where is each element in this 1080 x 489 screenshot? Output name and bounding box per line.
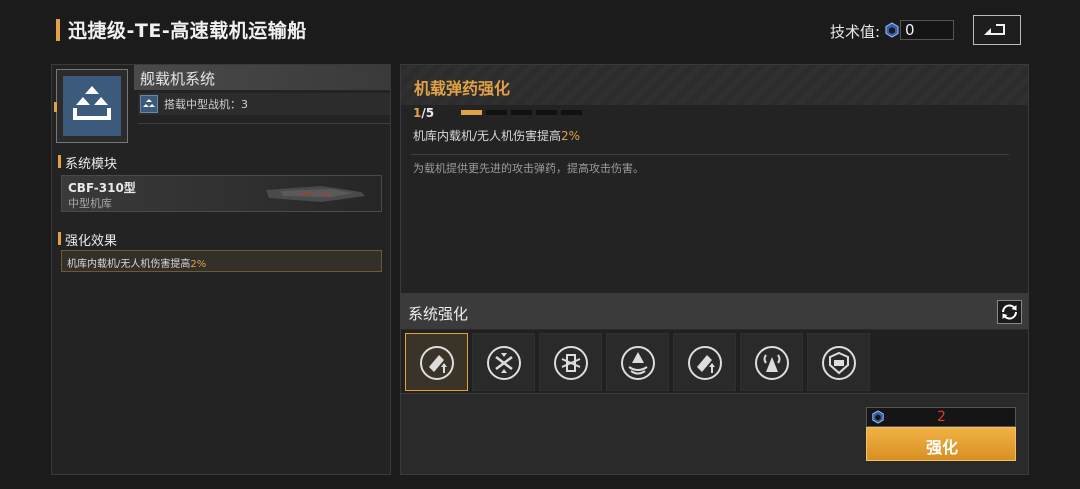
effect-section-title: 强化效果: [65, 234, 118, 249]
level-max: /5: [421, 106, 435, 120]
missile-upgrade-icon: [688, 346, 722, 380]
enhance-slot[interactable]: [539, 333, 602, 391]
system-info-panel: 舰载机系统 搭载中型战机：3 系统模块 CBF-310型 中型机库 强化效果 机…: [51, 64, 391, 475]
level-indicator: 1/5: [413, 106, 434, 120]
missile-upgrade-icon: [420, 346, 454, 380]
module-section-title: 系统模块: [65, 157, 118, 172]
title-accent-mark: [56, 19, 60, 41]
enhance-effect-text: 机库内载机/无人机伤害提高2%: [67, 255, 206, 270]
level-segment: [511, 110, 532, 115]
effect-prefix: 机库内载机/无人机伤害提高: [67, 259, 191, 270]
repair-shield-icon: [822, 346, 856, 380]
enhance-slot[interactable]: [405, 333, 468, 391]
page-title: 迅捷级-TE-高速载机运输船: [68, 20, 307, 42]
enhance-effect-row: 机库内载机/无人机伤害提高2%: [61, 250, 382, 272]
system-name-bar: 舰载机系统: [134, 65, 391, 90]
tech-value-box: 0: [900, 20, 954, 40]
detail-description: 为载机提供更先进的攻击弹药，提高攻击伤害。: [413, 162, 644, 175]
fighter-stack-icon: [140, 95, 158, 113]
section-accent-mark: [58, 155, 61, 168]
enhance-slot[interactable]: [673, 333, 736, 391]
divider: [138, 123, 390, 124]
effect-value: 2%: [190, 259, 207, 270]
cost-value: 2: [937, 409, 946, 425]
level-segment: [536, 110, 557, 115]
detail-header: 机载弹药强化: [401, 65, 1028, 105]
enhance-slot[interactable]: [740, 333, 803, 391]
top-bar: 迅捷级-TE-高速载机运输船 技术值: 0: [0, 0, 1080, 60]
fighter-capacity-text: 搭载中型战机：3: [164, 98, 248, 111]
system-icon-frame: [54, 69, 128, 143]
level-segment: [561, 110, 582, 115]
back-arrow-icon: [984, 24, 1005, 35]
enhance-slot[interactable]: [472, 333, 535, 391]
module-type: 中型机库: [68, 197, 112, 210]
system-capacity-row: 搭载中型战机：3: [138, 93, 390, 115]
tech-value-label: 技术值:: [830, 23, 881, 41]
detail-effect-text: 机库内载机/无人机伤害提高2%: [413, 127, 580, 144]
engine-swap-icon: [554, 346, 588, 380]
fighter-cone-icon: [621, 346, 655, 380]
system-enhance-panel: 系统强化 2 强化: [400, 294, 1029, 475]
module-card[interactable]: CBF-310型 中型机库: [61, 175, 382, 212]
tech-point-icon: [872, 410, 884, 424]
enhance-slot-row: [401, 330, 1028, 394]
hangar-ship-image: [266, 186, 365, 202]
detail-title: 机载弹药强化: [414, 79, 511, 98]
refresh-button[interactable]: [997, 300, 1022, 324]
drone-swap-icon: [487, 346, 521, 380]
selection-marker: [54, 102, 57, 112]
enhance-detail-panel: 机载弹药强化 1/5 机库内载机/无人机伤害提高2% 为载机提供更先进的攻击弹药…: [400, 64, 1029, 294]
back-button[interactable]: [973, 15, 1021, 45]
carrier-system-icon: [63, 76, 121, 136]
enhance-slot[interactable]: [807, 333, 870, 391]
enhance-header: 系统强化: [401, 295, 1028, 329]
enhance-button-label: 强化: [925, 438, 958, 457]
module-name: CBF-310型: [68, 181, 136, 195]
enhance-title: 系统强化: [408, 305, 469, 323]
cost-box: 2: [866, 407, 1016, 427]
detail-effect-prefix: 机库内载机/无人机伤害提高: [413, 129, 562, 143]
section-accent-mark: [58, 232, 61, 245]
signal-tower-icon: [755, 346, 789, 380]
enhance-button[interactable]: 强化: [866, 427, 1016, 461]
enhance-slot[interactable]: [606, 333, 669, 391]
detail-effect-value: 2%: [561, 129, 581, 143]
level-segment: [461, 110, 482, 115]
tech-point-icon: [885, 22, 899, 38]
refresh-icon: [1001, 304, 1018, 320]
level-segment: [486, 110, 507, 115]
tech-value: 0: [905, 21, 915, 39]
divider: [411, 154, 1009, 155]
system-name: 舰载机系统: [140, 70, 216, 88]
level-progress: [461, 110, 591, 116]
